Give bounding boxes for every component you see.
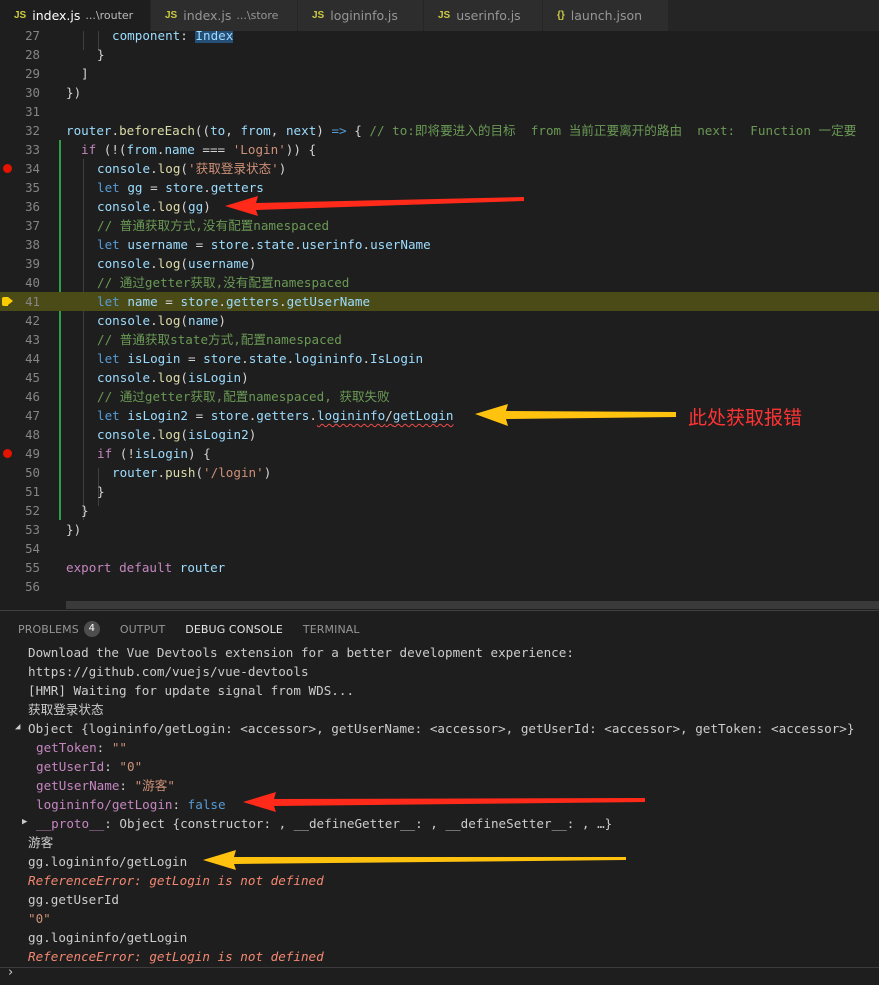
console-input-separator xyxy=(0,967,879,968)
console-input-prompt[interactable]: › xyxy=(8,965,13,980)
code-line: 53}) xyxy=(25,522,82,537)
console-property: getToken: "" xyxy=(36,740,128,755)
tab-label: userinfo.js xyxy=(456,8,521,23)
code-line: 42 console.log(name) xyxy=(25,313,226,328)
tab-debug-console[interactable]: DEBUG CONSOLE xyxy=(185,611,283,647)
code-line: 39 console.log(username) xyxy=(25,256,257,271)
code-line: 50 router.push('/login') xyxy=(25,465,272,480)
tab-problems[interactable]: PROBLEMS 4 xyxy=(18,611,100,647)
annotation-note: 此处获取报错 xyxy=(688,407,803,429)
console-line: gg.logininfo/getLogin xyxy=(28,854,188,869)
console-property: getUserId: "0" xyxy=(36,759,143,774)
bottom-panel: PROBLEMS 4 OUTPUT DEBUG CONSOLE TERMINAL … xyxy=(0,610,879,985)
debug-console-output: Download the Vue Devtools extension for … xyxy=(0,643,879,968)
code-line: 32 router.beforeEach((to, from, next) => … xyxy=(25,123,857,138)
javascript-file-icon: JS xyxy=(312,10,325,21)
code-line: 38 let username = store.state.userinfo.us… xyxy=(25,237,431,252)
console-line: gg.getUserId xyxy=(28,892,119,907)
code-line: 40// 通过getter获取,没有配置namespaced xyxy=(25,275,350,290)
code-line: 43// 普通获取state方式,配置namespaced xyxy=(25,332,342,347)
code-line: 31 xyxy=(25,104,40,119)
tab-label: index.js xyxy=(183,8,232,23)
code-line: 28} xyxy=(25,47,105,62)
console-line: Download the Vue Devtools extension for … xyxy=(28,645,574,660)
console-error-line: ReferenceError: getLogin is not defined xyxy=(28,873,324,888)
console-line: 获取登录状态 xyxy=(28,702,104,717)
tab-logininfo[interactable]: JS logininfo.js xyxy=(298,0,424,31)
code-line: 36 console.log(gg) xyxy=(25,199,211,214)
code-line: 55 export default router xyxy=(25,560,226,575)
json-file-icon: {} xyxy=(557,10,565,21)
code-line: 52} xyxy=(25,503,89,518)
code-line: 29] xyxy=(25,66,89,81)
code-line: 45 console.log(isLogin) xyxy=(25,370,249,385)
tab-description: ...\store xyxy=(236,9,279,22)
code-line: 27 component: Index xyxy=(0,31,879,45)
current-debug-line: 41 let name = store.getters.getUserName xyxy=(0,292,879,311)
tab-terminal[interactable]: TERMINAL xyxy=(303,611,360,647)
tab-output[interactable]: OUTPUT xyxy=(120,611,165,647)
code-line: 35 let gg = store.getters xyxy=(25,180,264,195)
code-line: 33 if (!(from.name === 'Login')) { xyxy=(25,142,317,157)
code-line: 54 xyxy=(25,541,40,556)
tab-userinfo[interactable]: JS userinfo.js xyxy=(424,0,543,31)
console-property: getUserName: "游客" xyxy=(36,778,175,793)
tab-description: ...\router xyxy=(85,9,134,22)
tab-index-router[interactable]: JS index.js ...\router xyxy=(0,0,151,31)
tab-label: launch.json xyxy=(570,8,643,23)
expand-collapse-icon[interactable]: ◢ xyxy=(15,722,20,732)
tab-label: index.js xyxy=(32,8,81,23)
code-line: 56 xyxy=(25,579,40,594)
console-line: "0" xyxy=(28,911,51,926)
console-object-line[interactable]: Object {logininfo/getLogin: <accessor>, … xyxy=(28,719,854,738)
code-line: 51} xyxy=(25,484,105,499)
code-line: 37// 普通获取方式,没有配置namespaced xyxy=(25,218,330,233)
code-line: 34 console.log('获取登录状态') xyxy=(0,159,879,178)
console-error-line: ReferenceError: getLogin is not defined xyxy=(28,949,324,964)
console-line: gg.logininfo/getLogin xyxy=(28,930,188,945)
console-property[interactable]: __proto__: Object {constructor: , __defi… xyxy=(36,814,612,833)
javascript-file-icon: JS xyxy=(14,10,27,21)
javascript-file-icon: JS xyxy=(438,10,451,21)
editor-tab-bar: JS index.js ...\router JS index.js ...\s… xyxy=(0,0,879,31)
console-line: [HMR] Waiting for update signal from WDS… xyxy=(28,683,355,698)
console-line: 游客 xyxy=(28,835,54,850)
code-editor[interactable]: 27 component: Index 28} 29] 30}) 31 32 rou… xyxy=(0,31,879,610)
tab-launch-json[interactable]: {} launch.json xyxy=(543,0,669,31)
problems-count-badge: 4 xyxy=(83,621,100,637)
code-line: 30}) xyxy=(25,85,82,100)
horizontal-scrollbar[interactable] xyxy=(66,601,879,609)
expand-icon[interactable]: ▶ xyxy=(22,817,27,827)
console-property: logininfo/getLogin: false xyxy=(36,797,226,812)
code-line: 49 if (!isLogin) { xyxy=(0,444,879,463)
javascript-file-icon: JS xyxy=(165,10,178,21)
tab-index-store[interactable]: JS index.js ...\store xyxy=(151,0,298,31)
tab-label: logininfo.js xyxy=(330,8,398,23)
code-line: 44 let isLogin = store.state.logininfo.Is… xyxy=(25,351,424,366)
panel-tab-bar: PROBLEMS 4 OUTPUT DEBUG CONSOLE TERMINAL xyxy=(0,611,879,647)
console-line: https://github.com/vuejs/vue-devtools xyxy=(28,664,309,679)
